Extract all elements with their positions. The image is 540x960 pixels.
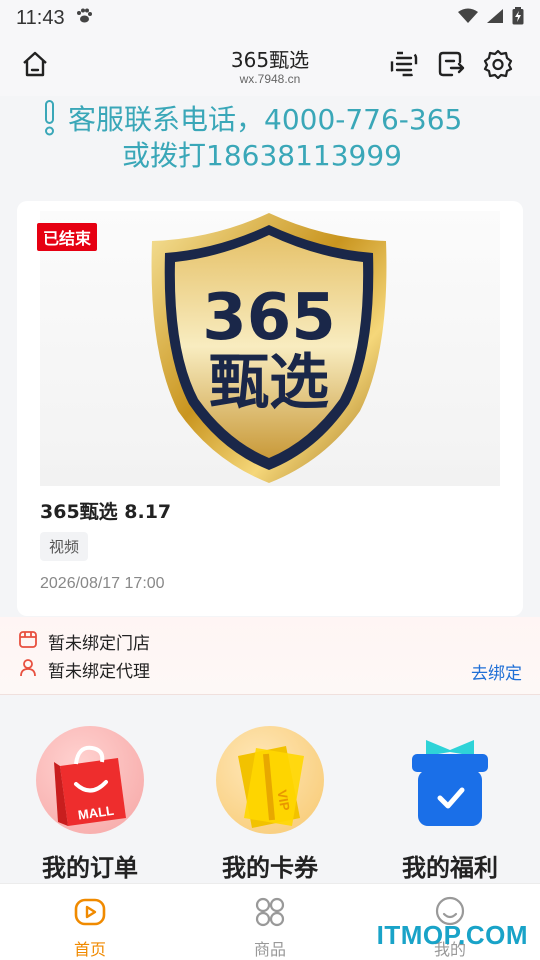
exclamation-icon: [42, 100, 58, 140]
store-icon: [18, 629, 38, 654]
binding-panel: 暂未绑定门店 暂未绑定代理 去绑定: [0, 617, 540, 695]
settings-button[interactable]: [480, 48, 516, 84]
event-title: 365甄选 8.17: [40, 501, 172, 523]
agent-binding-text: 暂未绑定代理: [48, 662, 150, 682]
share-icon: [436, 49, 466, 83]
home-play-icon: [73, 898, 107, 932]
watermark-text: ITMOP.COM: [376, 920, 528, 950]
go-bind-link[interactable]: 去绑定: [471, 659, 522, 684]
tab-home-label: 首页: [73, 940, 106, 959]
my-orders-button[interactable]: MALL 我的订单: [20, 712, 160, 883]
menu-icon: [389, 49, 419, 83]
tab-products[interactable]: 商品: [220, 896, 320, 960]
my-benefits-button[interactable]: 我的福利: [380, 712, 520, 883]
store-binding-row: 暂未绑定门店: [18, 629, 150, 654]
notice-alt-line: 或拨打18638113999: [122, 139, 402, 172]
agent-binding-row: 暂未绑定代理: [18, 657, 150, 682]
app-header: 365甄选 wx.7948.cn: [0, 36, 540, 96]
feature-shortcuts: MALL 我的订单 VIP 我的卡券 我的福利: [0, 712, 540, 882]
logo-text-name: 甄选: [209, 348, 329, 418]
my-orders-label: 我的订单: [42, 854, 138, 882]
share-button[interactable]: [433, 48, 469, 84]
signal-icon: [486, 8, 504, 29]
paw-icon: [75, 8, 93, 29]
gear-icon: [483, 49, 513, 83]
my-benefits-label: 我的福利: [402, 854, 498, 882]
status-bar: 11:43: [0, 0, 540, 36]
menu-button[interactable]: [386, 48, 422, 84]
grid-icon: [253, 897, 287, 932]
notice-phone-line: 客服联系电话，4000-776-365: [68, 103, 463, 136]
my-coupons-button[interactable]: VIP 我的卡券: [200, 712, 340, 883]
vip-card-icon: VIP: [216, 726, 324, 834]
event-cover-image: 365 甄选: [40, 211, 500, 486]
status-time: 11:43: [16, 6, 65, 29]
gift-box-icon: [396, 726, 504, 834]
battery-icon: [512, 6, 524, 30]
user-icon: [18, 657, 38, 682]
logo-text-number: 365: [202, 281, 336, 355]
shopping-bag-icon: MALL: [36, 726, 144, 834]
tab-products-label: 商品: [253, 940, 286, 959]
store-binding-text: 暂未绑定门店: [48, 634, 150, 654]
category-tag: 视频: [40, 532, 89, 561]
tab-home[interactable]: 首页: [40, 896, 140, 960]
notice-banner: 客服联系电话，4000-776-365 或拨打18638113999: [0, 96, 540, 186]
status-badge: 已结束: [37, 223, 98, 251]
wifi-icon: [458, 8, 478, 29]
event-date: 2026/08/17 17:00: [40, 575, 165, 592]
my-coupons-label: 我的卡券: [222, 854, 318, 882]
event-card[interactable]: 365 甄选 已结束 365甄选 8.17 视频 2026/08/17 17:0…: [17, 201, 523, 616]
shield-logo-icon: 365 甄选: [151, 213, 387, 483]
